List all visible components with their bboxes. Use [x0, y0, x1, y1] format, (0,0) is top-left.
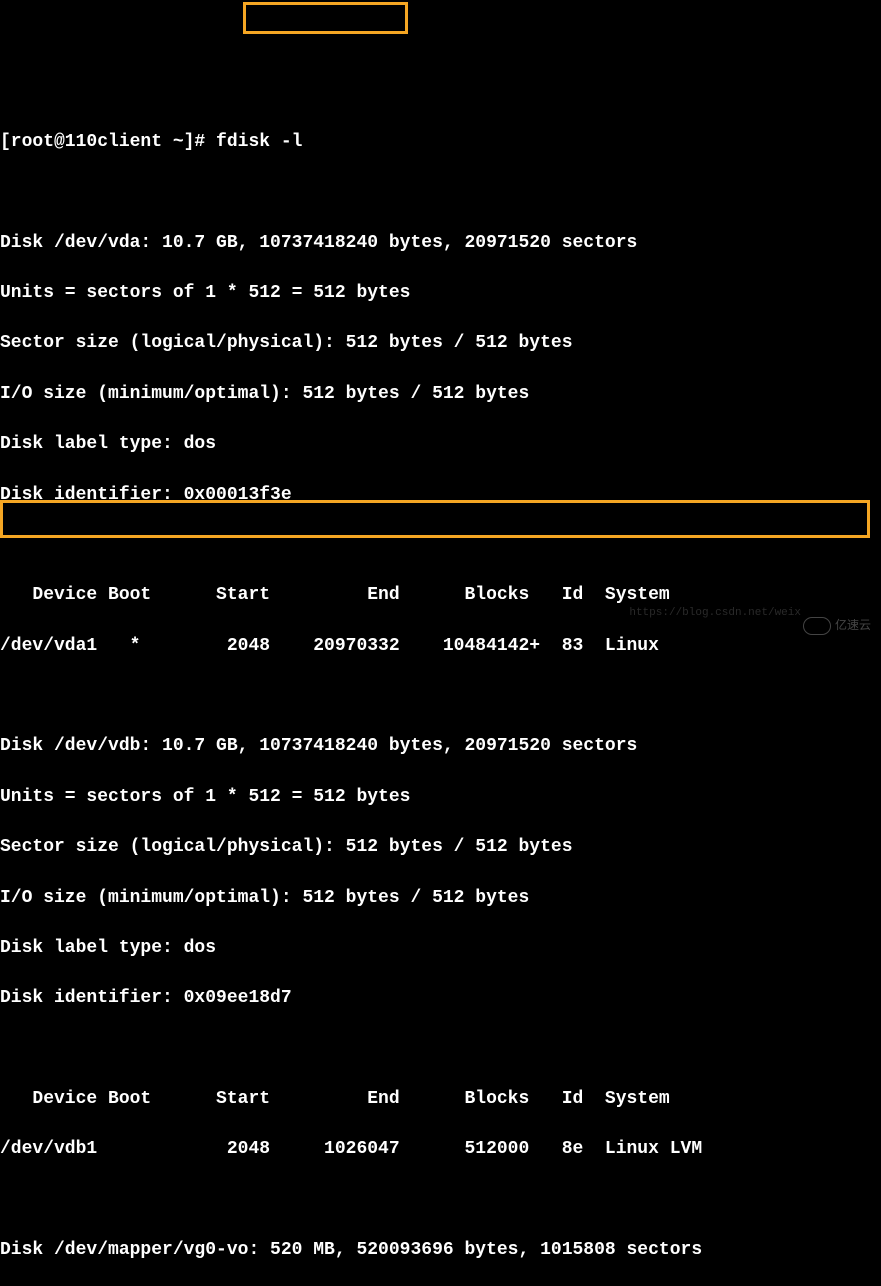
prompt-line[interactable]: [root@110client ~]# fdisk -l — [0, 130, 881, 155]
disk-units: Units = sectors of 1 * 512 = 512 bytes — [0, 281, 881, 306]
blank-line — [0, 533, 881, 558]
highlight-command-box — [243, 2, 408, 34]
blank-line — [0, 1188, 881, 1213]
disk-label: Disk label type: dos — [0, 936, 881, 961]
cloud-icon — [803, 617, 831, 635]
partition-row: /dev/vda1 * 2048 20970332 10484142+ 83 L… — [0, 634, 881, 659]
blank-line — [0, 1037, 881, 1062]
disk-header: Disk /dev/vdb: 10.7 GB, 10737418240 byte… — [0, 734, 881, 759]
watermark-url: https://blog.csdn.net/weix — [629, 606, 801, 621]
command-text: fdisk -l — [216, 132, 302, 152]
watermark: 亿速云 — [803, 617, 871, 635]
disk-sector: Sector size (logical/physical): 512 byte… — [0, 331, 881, 356]
terminal-output: [root@110client ~]# fdisk -l Disk /dev/v… — [0, 101, 881, 1286]
disk-sector: Sector size (logical/physical): 512 byte… — [0, 835, 881, 860]
blank-line — [0, 180, 881, 205]
partition-table-header: Device Boot Start End Blocks Id System — [0, 1087, 881, 1112]
blank-line — [0, 684, 881, 709]
disk-identifier: Disk identifier: 0x00013f3e — [0, 483, 881, 508]
disk-units: Units = sectors of 1 * 512 = 512 bytes — [0, 785, 881, 810]
disk-io: I/O size (minimum/optimal): 512 bytes / … — [0, 886, 881, 911]
disk-header: Disk /dev/vda: 10.7 GB, 10737418240 byte… — [0, 231, 881, 256]
watermark-brand: 亿速云 — [835, 618, 871, 635]
disk-label: Disk label type: dos — [0, 432, 881, 457]
disk-io: I/O size (minimum/optimal): 512 bytes / … — [0, 382, 881, 407]
disk-identifier: Disk identifier: 0x09ee18d7 — [0, 986, 881, 1011]
partition-row: /dev/vdb1 2048 1026047 512000 8e Linux L… — [0, 1137, 881, 1162]
prompt-prefix: [root@110client ~]# — [0, 132, 216, 152]
disk-header: Disk /dev/mapper/vg0-vo: 520 MB, 5200936… — [0, 1238, 881, 1263]
